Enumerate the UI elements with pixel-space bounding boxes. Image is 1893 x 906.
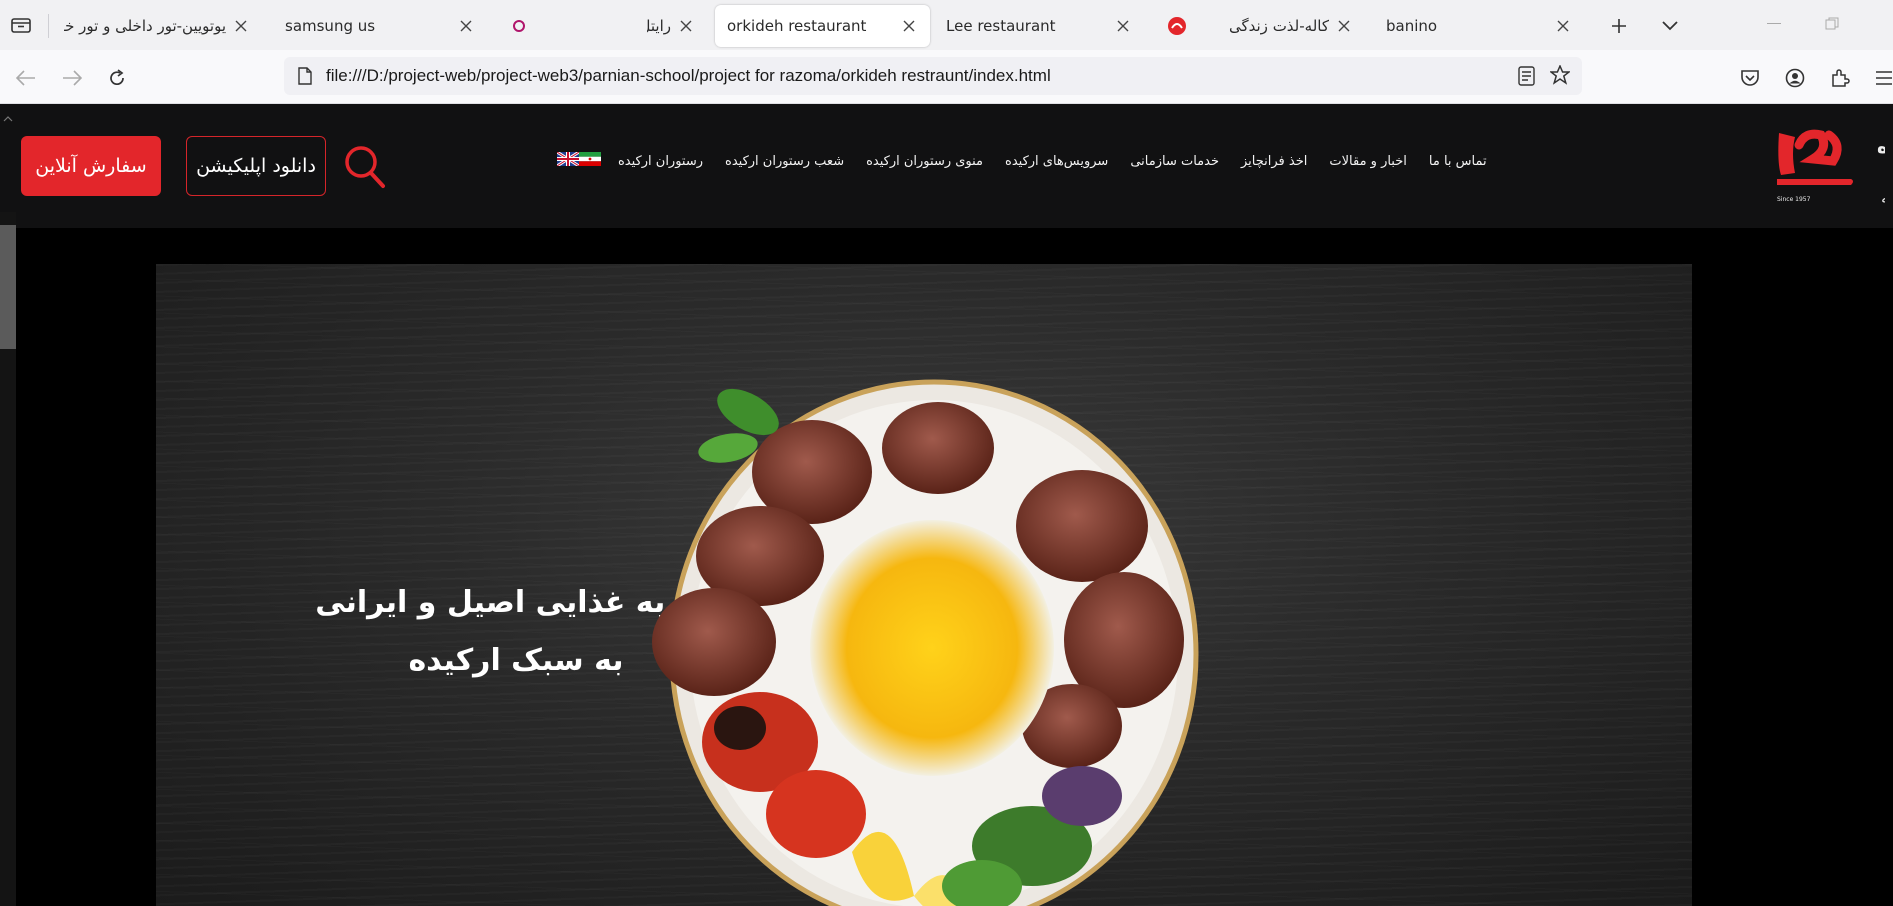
menu-item-orkideh-restaurant[interactable]: رستوران ارکیده <box>607 150 714 174</box>
tab-kaleh[interactable]: کاله-لذت زندگی <box>1155 5 1365 47</box>
account-icon[interactable] <box>1781 64 1809 92</box>
chevron-down-icon[interactable] <box>1656 12 1684 40</box>
url-text[interactable]: file:///D:/project-web/project-web3/parn… <box>326 66 1051 86</box>
reload-icon[interactable] <box>103 64 131 92</box>
page-icon <box>298 67 312 89</box>
order-online-button[interactable]: سفارش آنلاین <box>21 136 161 196</box>
close-icon[interactable] <box>1114 17 1132 35</box>
browser-nav-bar: file:///D:/project-web/project-web3/parn… <box>0 50 1893 104</box>
tab-separator <box>48 14 49 38</box>
menu-item-branches[interactable]: شعب رستوران ارکیده <box>714 150 855 174</box>
menu-item-contact[interactable]: تماس با ما <box>1418 150 1498 174</box>
bookmark-star-icon[interactable] <box>1548 64 1572 89</box>
close-icon[interactable] <box>1554 17 1572 35</box>
loading-icon <box>509 16 529 36</box>
uk-flag-icon[interactable] <box>556 150 580 170</box>
tab-lee[interactable]: Lee restaurant <box>934 5 1144 47</box>
search-icon[interactable] <box>343 144 387 190</box>
tab-rightel[interactable]: رایتل <box>635 5 707 47</box>
tab-title: banino <box>1386 17 1438 35</box>
download-app-button[interactable]: دانلود اپلیکیشن <box>186 136 326 196</box>
tab-title: رایتل <box>647 17 671 35</box>
main-menu: رستوران ارکیده شعب رستوران ارکیده منوی ر… <box>607 150 1487 174</box>
menu-item-franchise[interactable]: اخذ فرانچایز <box>1230 150 1318 174</box>
tab-banino[interactable]: banino <box>1374 5 1584 47</box>
extensions-icon[interactable] <box>1826 64 1854 92</box>
minimize-icon[interactable] <box>1760 12 1788 36</box>
address-bar[interactable]: file:///D:/project-web/project-web3/parn… <box>284 57 1582 95</box>
browser-tab-bar: یوتویین-تور داخلی و تور خا samsung us را… <box>0 0 1893 50</box>
site-header: سفارش آنلاین دانلود اپلیکیشن رستوران ارک… <box>0 104 1893 228</box>
tab-title: کاله-لذت زندگی <box>1228 17 1329 35</box>
kaleh-logo-icon <box>1167 16 1187 36</box>
menu-item-news[interactable]: اخبار و مقالات <box>1318 150 1418 174</box>
menu-item-organizational-services[interactable]: خدمات سازمانی <box>1119 150 1230 174</box>
hero-banner: تجربه غذایی اصیل و ایرانی به سبک ارکیده <box>156 264 1692 906</box>
close-icon[interactable] <box>457 17 475 35</box>
back-icon[interactable] <box>12 64 40 92</box>
new-tab-icon[interactable] <box>1605 12 1633 40</box>
scrollbar-thumb[interactable] <box>0 225 16 349</box>
tab-title: orkideh restaurant <box>727 17 867 35</box>
tab-list-icon[interactable] <box>8 12 34 38</box>
restore-icon[interactable] <box>1818 12 1846 36</box>
scroll-up-arrow-icon[interactable] <box>3 107 13 122</box>
menu-item-services[interactable]: سرویس‌های ارکیده <box>994 150 1119 174</box>
menu-icon[interactable] <box>1870 64 1893 92</box>
close-icon[interactable] <box>677 17 695 35</box>
tab-title: یوتویین-تور داخلی و تور خا <box>64 17 226 35</box>
iran-flag-icon[interactable] <box>579 151 601 170</box>
tab-samsung[interactable]: samsung us <box>273 5 487 47</box>
svg-text:ارکیده: ارکیده <box>1877 136 1885 158</box>
menu-item-restaurant-menu[interactable]: منوی رستوران ارکیده <box>855 150 994 174</box>
close-icon[interactable] <box>900 17 918 35</box>
food-plate-image <box>652 379 1199 906</box>
tab-title: Lee restaurant <box>946 17 1056 35</box>
tab-title: samsung us <box>285 17 376 35</box>
close-icon[interactable] <box>1335 17 1353 35</box>
tab-orkideh[interactable]: orkideh restaurant <box>715 5 930 47</box>
language-flags <box>556 150 601 170</box>
website-viewport: سفارش آنلاین دانلود اپلیکیشن رستوران ارک… <box>0 104 1893 906</box>
tab-youtoin[interactable]: یوتویین-تور داخلی و تور خا <box>52 5 262 47</box>
orkideh-logo[interactable]: ارکیده رستوران کافه Since 1957 <box>1773 123 1893 213</box>
svg-text:Since 1957: Since 1957 <box>1777 196 1811 203</box>
reader-view-icon[interactable] <box>1518 66 1536 90</box>
svg-text:رستوران کافه: رستوران کافه <box>1881 188 1885 208</box>
pocket-icon[interactable] <box>1736 64 1764 92</box>
close-icon[interactable] <box>232 17 250 35</box>
forward-icon[interactable] <box>58 64 86 92</box>
